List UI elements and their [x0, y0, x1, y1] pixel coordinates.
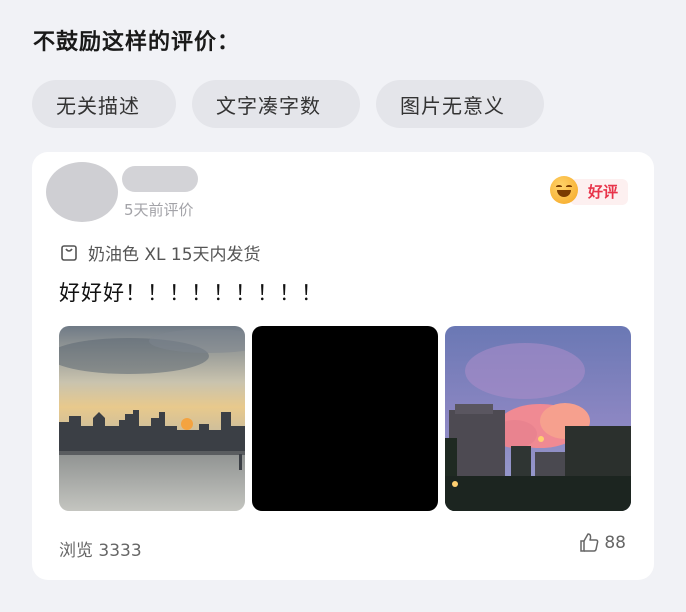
- product-spec: 奶油色 XL 15天内发货: [60, 240, 261, 265]
- review-guidelines-panel: 不鼓励这样的评价： 无关描述 文字凑字数 图片无意义 5天前评价 好评 奶油色 …: [0, 0, 686, 612]
- example-review-card: 5天前评价 好评 奶油色 XL 15天内发货 好好好！！！！！！！！！ 浏览 3…: [32, 152, 654, 580]
- rating-label: 好评: [588, 183, 619, 201]
- rating-badge: 好评: [550, 176, 628, 206]
- discouraged-tags: 无关描述 文字凑字数 图片无意义: [32, 80, 544, 128]
- photo-pink-clouds[interactable]: [445, 326, 631, 511]
- bag-icon: [61, 244, 77, 261]
- tag-meaningless-images: 图片无意义: [376, 80, 544, 128]
- like-count: 88: [604, 533, 626, 553]
- tag-irrelevant-description: 无关描述: [32, 80, 176, 128]
- smile-emoji-icon: [550, 176, 578, 204]
- avatar: [46, 162, 118, 222]
- review-photos: [59, 326, 631, 511]
- like-button[interactable]: 88: [578, 532, 626, 554]
- username-redacted: [122, 166, 198, 192]
- spec-text: 奶油色 XL 15天内发货: [88, 245, 261, 265]
- guideline-heading: 不鼓励这样的评价：: [33, 30, 241, 55]
- tag-filler-text: 文字凑字数: [192, 80, 360, 128]
- photo-black[interactable]: [252, 326, 438, 511]
- thumbs-up-icon: [580, 533, 599, 552]
- review-text: 好好好！！！！！！！！！: [59, 281, 323, 305]
- view-count: 浏览 3333: [59, 541, 142, 561]
- review-time: 5天前评价: [124, 201, 194, 219]
- photo-city-sunset[interactable]: [59, 326, 245, 511]
